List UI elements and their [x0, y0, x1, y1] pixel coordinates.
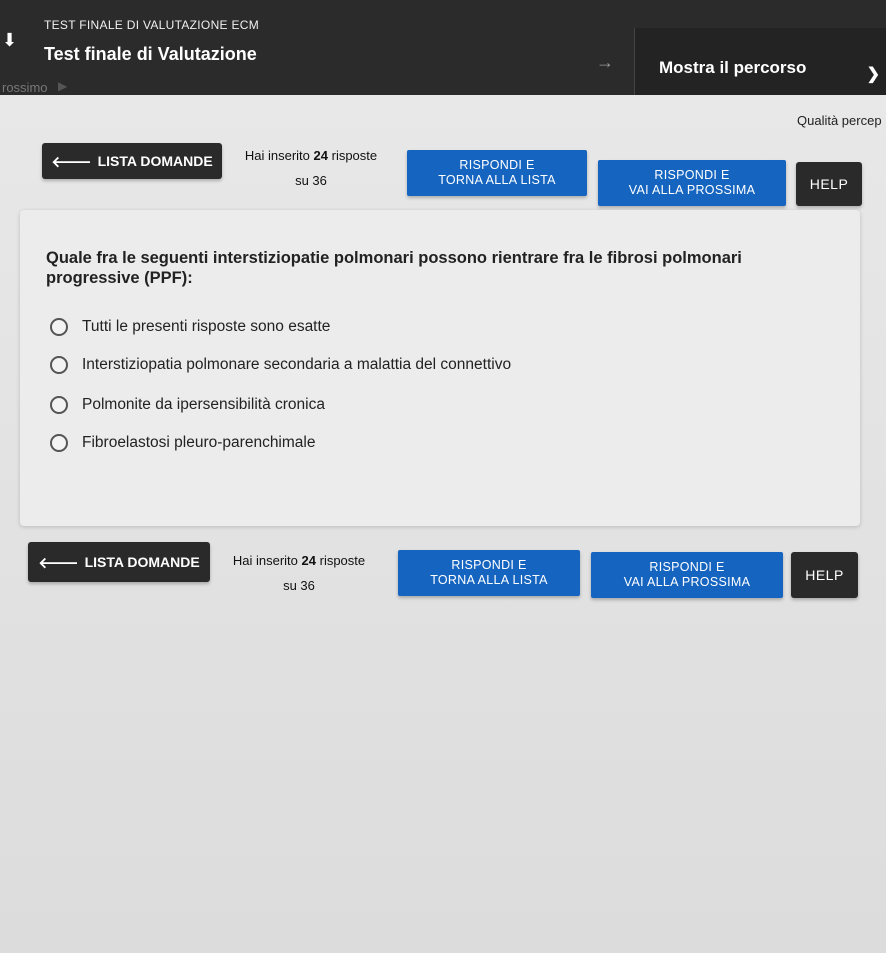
arrow-down-icon[interactable]: ⬇ [2, 30, 17, 51]
respond-back-button[interactable]: RISPONDI E TORNA ALLA LISTA [407, 150, 587, 196]
question-list-label: LISTA DOMANDE [97, 153, 213, 169]
answered-total: su 36 [295, 173, 327, 188]
answer-option[interactable]: Fibroelastosi pleuro-parenchimale [50, 434, 315, 452]
respond-next-button[interactable]: RISPONDI E VAI ALLA PROSSIMA [598, 160, 786, 206]
question-card: Quale fra le seguenti interstiziopatie p… [20, 210, 860, 526]
question-list-button[interactable]: 🡐 LISTA DOMANDE [28, 542, 210, 582]
answered-line: Hai inserito 24 risposte [244, 148, 378, 163]
help-button[interactable]: HELP [796, 162, 862, 206]
answer-option[interactable]: Tutti le presenti risposte sono esatte [50, 318, 330, 336]
arrow-left-icon: 🡐 [51, 153, 92, 171]
answer-label: Interstiziopatia polmonare secondaria a … [82, 356, 512, 373]
answer-label: Fibroelastosi pleuro-parenchimale [82, 434, 316, 451]
radio-button[interactable] [50, 434, 68, 452]
answered-line: Hai inserito 24 risposte [232, 553, 366, 568]
quality-label[interactable]: Qualità percep [797, 113, 882, 128]
show-path-button[interactable]: Mostra il percorso ❯ [634, 28, 886, 95]
respond-back-button[interactable]: RISPONDI E TORNA ALLA LISTA [398, 550, 580, 596]
top-header: ⬇ TEST FINALE DI VALUTAZIONE ECM Test fi… [0, 0, 886, 95]
help-button[interactable]: HELP [791, 552, 858, 598]
respond-next-button[interactable]: RISPONDI E VAI ALLA PROSSIMA [591, 552, 783, 598]
page-title: Test finale di Valutazione [44, 44, 257, 64]
answer-option[interactable]: Polmonite da ipersensibilità cronica [50, 396, 325, 414]
answer-label: Tutti le presenti risposte sono esatte [82, 318, 331, 335]
question-list-button[interactable]: 🡐 LISTA DOMANDE [42, 143, 222, 179]
triangle-right-icon: ▶ [58, 79, 68, 93]
toolbar-top: 🡐 LISTA DOMANDE Hai inserito 24 risposte… [0, 140, 886, 206]
answered-total: su 36 [283, 578, 315, 593]
answered-counter: Hai inserito 24 risposte su 36 [214, 548, 384, 598]
question-list-label: LISTA DOMANDE [84, 554, 200, 570]
radio-button[interactable] [50, 318, 68, 336]
toolbar-bottom: 🡐 LISTA DOMANDE Hai inserito 24 risposte… [0, 538, 886, 598]
arrow-left-icon: 🡐 [38, 554, 79, 572]
radio-button[interactable] [50, 356, 68, 374]
course-kicker: TEST FINALE DI VALUTAZIONE ECM [44, 18, 260, 32]
question-text: Quale fra le seguenti interstiziopatie p… [46, 249, 742, 287]
radio-button[interactable] [50, 396, 68, 414]
show-path-label: Mostra il percorso [659, 58, 807, 77]
arrow-right-icon: → [596, 52, 614, 72]
chevron-right-icon: ❯ [866, 66, 880, 83]
answered-counter: Hai inserito 24 risposte su 36 [226, 143, 396, 193]
next-link[interactable]: rossimo [2, 80, 48, 95]
answer-label: Polmonite da ipersensibilità cronica [82, 396, 325, 413]
answer-option[interactable]: Interstiziopatia polmonare secondaria a … [50, 356, 511, 374]
